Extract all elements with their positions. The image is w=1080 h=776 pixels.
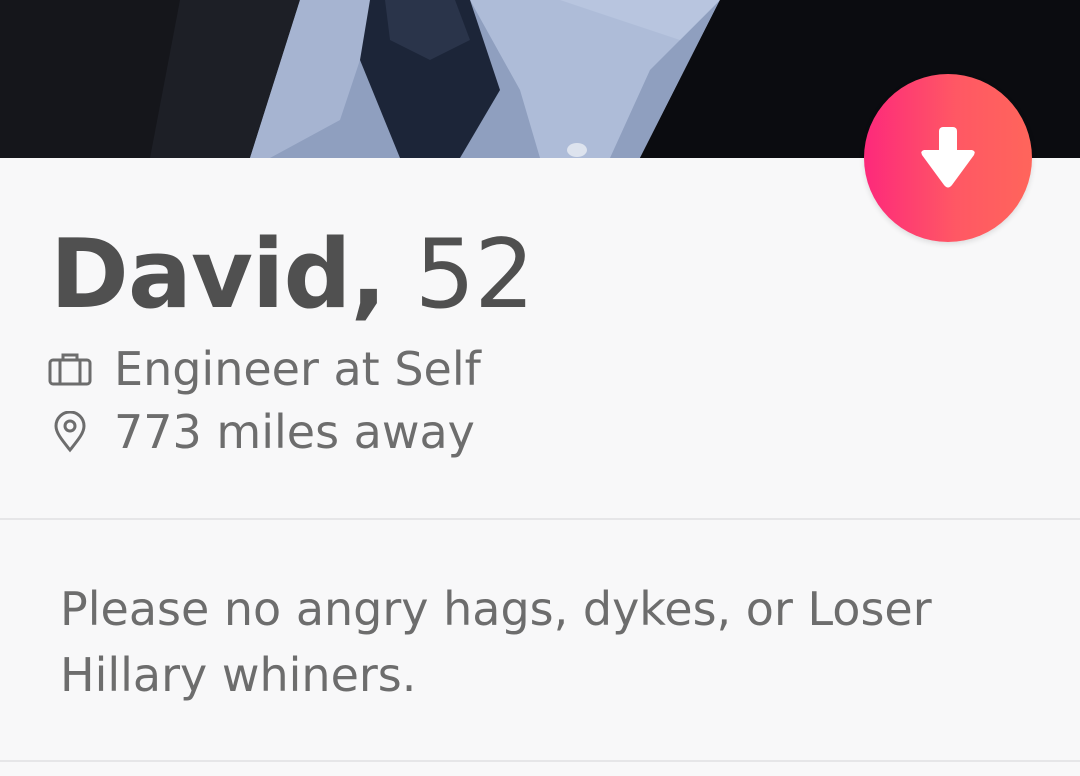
profile-screen: David, 52 Engineer at Self 773 miles awa… (0, 0, 1080, 776)
section-divider (0, 760, 1080, 762)
profile-distance: 773 miles away (114, 405, 475, 459)
arrow-down-icon (921, 127, 975, 188)
profile-age: 52 (414, 220, 535, 330)
location-pin-icon (48, 410, 92, 454)
profile-job: Engineer at Self (114, 342, 481, 396)
profile-bio: Please no angry hags, dykes, or Loser Hi… (60, 582, 932, 702)
collapse-profile-button[interactable] (864, 74, 1032, 242)
profile-name: David, (50, 220, 387, 330)
profile-name-age: David, 52 (50, 210, 535, 340)
section-divider (0, 518, 1080, 520)
profile-distance-row: 773 miles away (48, 402, 475, 462)
profile-job-row: Engineer at Self (48, 339, 481, 399)
briefcase-icon (48, 347, 92, 391)
